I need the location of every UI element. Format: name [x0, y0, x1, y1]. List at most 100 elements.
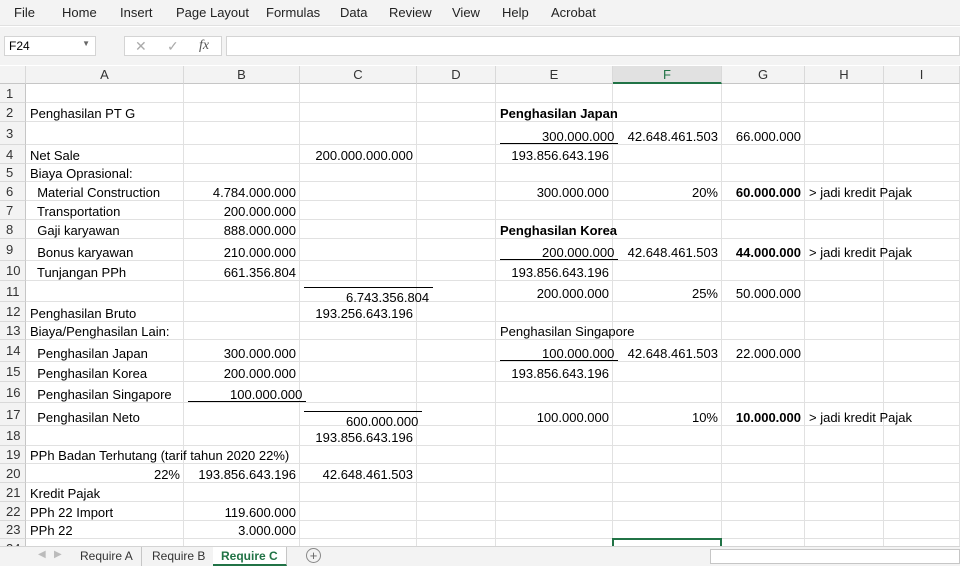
cell-A6[interactable]: Material Construction: [26, 182, 184, 200]
cell-E13[interactable]: Penghasilan Singapore: [496, 322, 634, 339]
cell-A16[interactable]: Penghasilan Singapore: [26, 382, 184, 402]
row-header-13[interactable]: 13: [0, 322, 26, 340]
cell-A19[interactable]: PPh Badan Terhutang (tarif tahun 2020 22…: [26, 446, 289, 463]
next-sheet-icon[interactable]: ▶: [54, 549, 62, 560]
row-header-8[interactable]: 8: [0, 220, 26, 239]
cell-B16[interactable]: 100.000.000: [184, 382, 307, 402]
row-header-10[interactable]: 10: [0, 261, 26, 281]
menu-home[interactable]: Home: [62, 5, 97, 20]
cell-B9[interactable]: 210.000.000: [184, 239, 300, 260]
cell-A8[interactable]: Gaji karyawan: [26, 220, 184, 238]
cell-B23[interactable]: 3.000.000: [184, 521, 300, 538]
spreadsheet-grid[interactable]: A B C D E F G H I 1 2 Penghasilan PT G Penghasilan J…: [0, 66, 960, 546]
cell-G9[interactable]: 44.000.000: [722, 239, 805, 260]
column-header-C[interactable]: C: [300, 66, 417, 84]
cell-C20[interactable]: 42.648.461.503: [300, 464, 417, 482]
cell-F17[interactable]: 10%: [613, 403, 722, 425]
cell-C18[interactable]: 193.856.643.196: [300, 426, 417, 445]
cell-A10[interactable]: Tunjangan PPh: [26, 261, 184, 280]
cell-E4[interactable]: 193.856.643.196: [496, 145, 613, 163]
cell-E15[interactable]: 193.856.643.196: [496, 362, 613, 381]
column-header-H[interactable]: H: [805, 66, 884, 84]
row-header-4[interactable]: 4: [0, 145, 26, 164]
name-box[interactable]: F24 ▼: [4, 36, 96, 56]
add-sheet-button[interactable]: +: [306, 548, 321, 563]
cell-E14[interactable]: 100.000.000: [496, 340, 619, 361]
column-header-F[interactable]: F: [613, 66, 722, 84]
cell-A17[interactable]: Penghasilan Neto: [26, 403, 184, 425]
cell-F9[interactable]: 42.648.461.503: [613, 239, 722, 260]
row-header-21[interactable]: 21: [0, 483, 26, 502]
row-header-7[interactable]: 7: [0, 201, 26, 220]
cell-B10[interactable]: 661.356.804: [184, 261, 300, 280]
row-header-6[interactable]: 6: [0, 182, 26, 201]
prev-sheet-icon[interactable]: ◀: [38, 549, 46, 560]
cell-B7[interactable]: 200.000.000: [184, 201, 300, 219]
cell-G17[interactable]: 10.000.000: [722, 403, 805, 425]
row-header-9[interactable]: 9: [0, 239, 26, 261]
cancel-icon[interactable]: ✕: [135, 38, 147, 55]
tab-require-c[interactable]: Require C: [213, 547, 287, 566]
cell-A13[interactable]: Biaya/Penghasilan Lain:: [26, 322, 184, 339]
tab-require-b[interactable]: Require B: [144, 547, 215, 566]
cell-B20[interactable]: 193.856.643.196: [184, 464, 300, 482]
cell-A21[interactable]: Kredit Pajak: [26, 483, 184, 501]
row-header-3[interactable]: 3: [0, 122, 26, 145]
fx-icon[interactable]: fx: [199, 38, 209, 54]
menu-formulas[interactable]: Formulas: [266, 5, 320, 20]
row-header-5[interactable]: 5: [0, 164, 26, 182]
cell-F14[interactable]: 42.648.461.503: [613, 340, 722, 361]
menu-acrobat[interactable]: Acrobat: [551, 5, 596, 20]
column-header-A[interactable]: A: [26, 66, 184, 84]
row-header-24[interactable]: 24: [0, 539, 26, 546]
row-header-15[interactable]: 15: [0, 362, 26, 382]
row-header-14[interactable]: 14: [0, 340, 26, 362]
column-header-E[interactable]: E: [496, 66, 613, 84]
cell-A4[interactable]: Net Sale: [26, 145, 184, 163]
chevron-down-icon[interactable]: ▼: [82, 39, 90, 48]
cell-E10[interactable]: 193.856.643.196: [496, 261, 613, 280]
cell-C4[interactable]: 200.000.000.000: [300, 145, 417, 163]
cell-C11[interactable]: 6.743.356.804: [300, 281, 434, 304]
row-header-23[interactable]: 23: [0, 521, 26, 539]
cell-B22[interactable]: 119.600.000: [184, 502, 300, 520]
enter-icon[interactable]: ✓: [167, 38, 179, 55]
cell-B15[interactable]: 200.000.000: [184, 362, 300, 381]
select-all-corner[interactable]: [0, 66, 26, 84]
row-header-11[interactable]: 11: [0, 281, 26, 302]
selected-cell[interactable]: [612, 538, 722, 546]
menu-view[interactable]: View: [452, 5, 480, 20]
cell-G6[interactable]: 60.000.000: [722, 182, 805, 200]
menu-data[interactable]: Data: [340, 5, 367, 20]
cell-E3[interactable]: 300.000.000: [496, 122, 619, 144]
cell-H6[interactable]: > jadi kredit Pajak: [805, 182, 912, 200]
cell-E9[interactable]: 200.000.000: [496, 239, 619, 260]
row-header-19[interactable]: 19: [0, 446, 26, 464]
column-header-I[interactable]: I: [884, 66, 960, 84]
cell-A7[interactable]: Transportation: [26, 201, 184, 219]
row-header-2[interactable]: 2: [0, 103, 26, 122]
cell-A2[interactable]: Penghasilan PT G: [26, 103, 184, 121]
cell-E17[interactable]: 100.000.000: [496, 403, 613, 425]
cell-A9[interactable]: Bonus karyawan: [26, 239, 184, 260]
cell-F11[interactable]: 25%: [613, 281, 722, 301]
cell-A15[interactable]: Penghasilan Korea: [26, 362, 184, 381]
cell-A14[interactable]: Penghasilan Japan: [26, 340, 184, 361]
cell-H9[interactable]: > jadi kredit Pajak: [805, 239, 912, 260]
row-header-18[interactable]: 18: [0, 426, 26, 446]
cell-A20[interactable]: 22%: [26, 464, 184, 482]
row-header-16[interactable]: 16: [0, 382, 26, 403]
row-header-22[interactable]: 22: [0, 502, 26, 521]
row-header-17[interactable]: 17: [0, 403, 26, 426]
cell-B14[interactable]: 300.000.000: [184, 340, 300, 361]
cell-A12[interactable]: Penghasilan Bruto: [26, 302, 184, 321]
formula-input[interactable]: [226, 36, 960, 56]
row-header-1[interactable]: 1: [0, 84, 26, 103]
cell-F6[interactable]: 20%: [613, 182, 722, 200]
menu-page-layout[interactable]: Page Layout: [176, 5, 249, 20]
cell-E8[interactable]: Penghasilan Korea: [496, 220, 617, 238]
menu-insert[interactable]: Insert: [120, 5, 153, 20]
cell-C17[interactable]: 600.000.000: [300, 403, 423, 428]
cell-C12[interactable]: 193.256.643.196: [300, 302, 417, 321]
cell-B6[interactable]: 4.784.000.000: [184, 182, 300, 200]
